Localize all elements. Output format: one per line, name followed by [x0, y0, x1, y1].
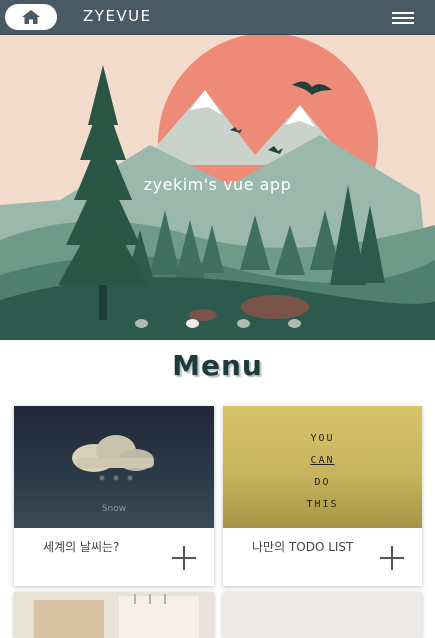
carousel-dot-active[interactable]: [186, 319, 199, 328]
notes-card-image: [14, 592, 214, 638]
weather-card-label[interactable]: 세계의 날씨는?: [43, 540, 153, 555]
todo-card-footer: 나만의 TODO LIST: [223, 528, 422, 586]
hero-title: zyekim's vue app: [143, 175, 292, 194]
blank-card[interactable]: [223, 592, 422, 638]
carousel-indicators: [0, 319, 435, 331]
top-navbar: ZYEVUE: [0, 0, 435, 35]
home-button[interactable]: [5, 4, 57, 30]
hamburger-menu-icon: [392, 12, 414, 14]
carousel-dot[interactable]: [288, 319, 301, 328]
blank-card-image: [223, 592, 422, 638]
weather-card-image[interactable]: Snow: [14, 406, 214, 528]
weather-card-footer: 세계의 날씨는?: [14, 528, 214, 586]
notes-card[interactable]: [14, 592, 214, 638]
todo-card-label[interactable]: 나만의 TODO LIST: [252, 540, 362, 555]
home-icon: [22, 10, 40, 24]
menu-heading: Menu: [172, 349, 263, 382]
brand-title[interactable]: ZYEVUE: [83, 7, 152, 25]
carousel-dot[interactable]: [237, 319, 250, 328]
hero-carousel[interactable]: zyekim's vue app: [0, 35, 435, 340]
carousel-dot[interactable]: [135, 319, 148, 328]
todo-motivation-text: YOU CAN DO THIS: [306, 433, 339, 510]
weather-caption: Snow: [101, 504, 127, 514]
todo-card[interactable]: YOU CAN DO THIS 나만의 TODO LIST: [223, 406, 422, 586]
menu-toggle-button[interactable]: [388, 9, 418, 27]
plus-icon[interactable]: [172, 546, 196, 570]
todo-card-image[interactable]: YOU CAN DO THIS: [223, 406, 422, 528]
weather-card[interactable]: Snow 세계의 날씨는?: [14, 406, 214, 586]
plus-icon[interactable]: [380, 546, 404, 570]
